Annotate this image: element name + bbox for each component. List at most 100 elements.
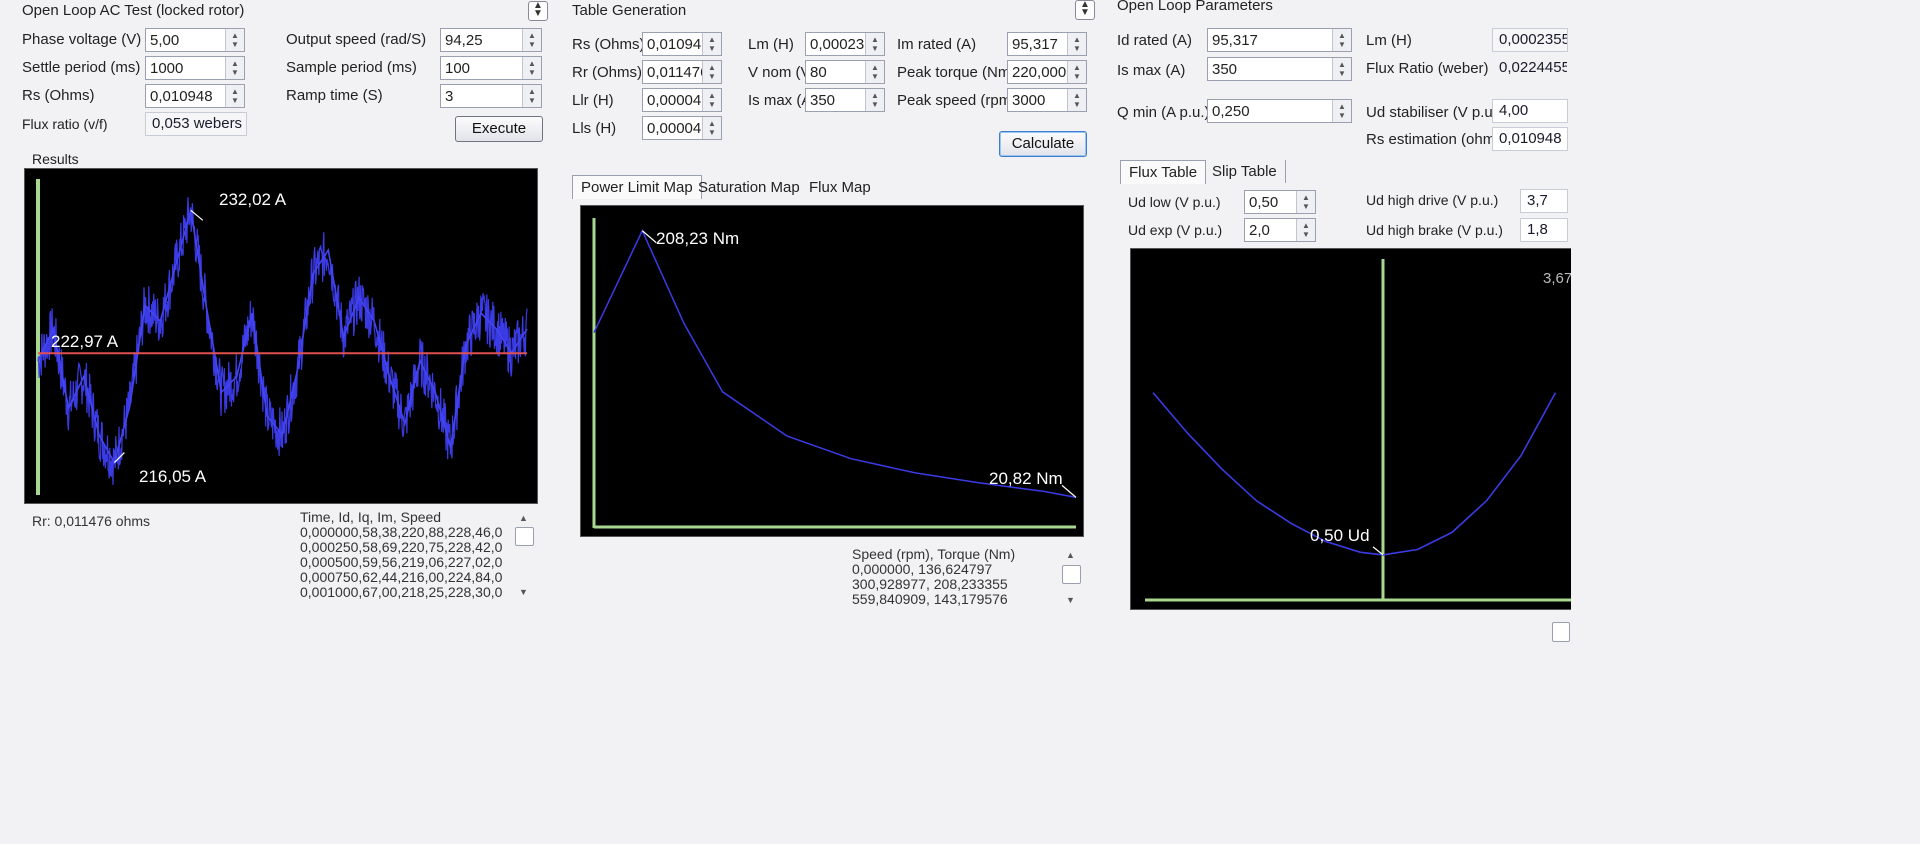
- scroll-up-icon[interactable]: ▲: [1066, 550, 1075, 560]
- spinner-arrows-icon[interactable]: ▲ ▼: [1067, 61, 1086, 83]
- is-max-right-spinner[interactable]: 350 ▲ ▼: [1207, 57, 1352, 81]
- end-torque-plot-label: 20,82 Nm: [989, 469, 1063, 488]
- is-max-spinner[interactable]: 350 ▲ ▼: [805, 88, 885, 112]
- id-rated-label: Id rated (A): [1117, 32, 1193, 49]
- checkbox-icon[interactable]: [1062, 565, 1081, 584]
- rs-estimation-value[interactable]: 0,010948: [1492, 127, 1568, 151]
- peak-torque-plot-label: 208,23 Nm: [656, 229, 739, 248]
- chevron-up-icon: ▲ ▼: [533, 0, 543, 19]
- results-log: Time, Id, Iq, Im, Speed 0,000000,58,38,2…: [300, 509, 503, 600]
- spinner-arrows-icon[interactable]: ▲ ▼: [1296, 191, 1315, 213]
- checkbox-icon[interactable]: [515, 527, 534, 546]
- vnom-spinner[interactable]: 80 ▲ ▼: [805, 60, 885, 84]
- is-max-right-label: Is max (A): [1117, 62, 1186, 79]
- id-rated-spinner[interactable]: 95,317 ▲ ▼: [1207, 28, 1352, 52]
- llr-label: Llr (H): [572, 92, 614, 109]
- q-min-spinner[interactable]: 0,250 ▲ ▼: [1207, 99, 1352, 123]
- power-limit-map-plot: 208,23 Nm 20,82 Nm: [580, 205, 1084, 537]
- ud-low-label: Ud low (V p.u.): [1128, 194, 1221, 210]
- flux-ratio-value: 0,053 webers: [145, 112, 247, 136]
- tab-power-limit-map[interactable]: Power Limit Map: [572, 175, 702, 199]
- results-label: Results: [32, 151, 79, 167]
- execute-button[interactable]: Execute: [455, 116, 543, 142]
- spinner-arrows-icon[interactable]: ▲ ▼: [1067, 33, 1086, 55]
- ud-stabiliser-value[interactable]: 4,00: [1492, 99, 1568, 123]
- spinner-arrows-icon[interactable]: ▲ ▼: [522, 57, 541, 79]
- output-speed-spinner[interactable]: 94,25 ▲ ▼: [440, 28, 542, 52]
- flux-ratio-weber-label: Flux Ratio (weber): [1366, 60, 1489, 77]
- spinner-arrows-icon[interactable]: ▲ ▼: [522, 85, 541, 107]
- phase-voltage-spinner[interactable]: 5,00 ▲ ▼: [145, 28, 245, 52]
- lm-right-value: 0,0002355: [1492, 28, 1568, 52]
- im-rated-spinner[interactable]: 95,317 ▲ ▼: [1007, 32, 1087, 56]
- log-line: Speed (rpm), Torque (Nm): [852, 546, 1016, 562]
- sample-period-label: Sample period (ms): [286, 59, 417, 76]
- spinner-arrows-icon[interactable]: ▲ ▼: [702, 117, 721, 139]
- collapse-left-button[interactable]: ▲ ▼: [528, 1, 548, 21]
- results-current-plot: 232,02 A 222,97 A 216,05 A: [24, 168, 538, 504]
- rs-estimation-label: Rs estimation (ohms): [1366, 131, 1508, 148]
- tab-slip-table[interactable]: Slip Table: [1204, 160, 1286, 183]
- lm-spinner[interactable]: 0,000235▲▼: [805, 32, 885, 56]
- log-line: 0,000000,58,38,220,88,228,46,0: [300, 524, 503, 540]
- ud-high-brake-label: Ud high brake (V p.u.): [1366, 222, 1503, 238]
- ud-high-drive-value[interactable]: 3,7: [1520, 189, 1568, 213]
- max-current-label: 232,02 A: [219, 190, 287, 209]
- spinner-arrows-icon[interactable]: ▲ ▼: [522, 29, 541, 51]
- scroll-down-icon[interactable]: ▼: [1066, 595, 1075, 605]
- spinner-arrows-icon[interactable]: ▲ ▼: [225, 85, 244, 107]
- scroll-down-icon[interactable]: ▼: [519, 587, 528, 597]
- spinner-arrows-icon[interactable]: ▲ ▼: [702, 61, 721, 83]
- checkbox-icon[interactable]: [1552, 622, 1570, 642]
- spinner-arrows-icon[interactable]: ▲ ▼: [865, 33, 884, 55]
- spinner-arrows-icon[interactable]: ▲ ▼: [225, 29, 244, 51]
- log-line: 0,000500,59,56,219,06,227,02,0: [300, 554, 503, 570]
- peak-speed-spinner[interactable]: 3000 ▲ ▼: [1007, 88, 1087, 112]
- torque-log: Speed (rpm), Torque (Nm) 0,000000, 136,6…: [852, 547, 1052, 607]
- sample-period-spinner[interactable]: 100 ▲ ▼: [440, 56, 542, 80]
- chevron-up-icon: ▲ ▼: [1080, 0, 1090, 18]
- settle-period-spinner[interactable]: 1000 ▲ ▼: [145, 56, 245, 80]
- ud-high-brake-value[interactable]: 1,8: [1520, 218, 1568, 242]
- im-rated-label: Im rated (A): [897, 36, 977, 53]
- lls-spinner[interactable]: 0,000041▲▼: [642, 116, 722, 140]
- peak-torque-spinner[interactable]: 220,000 ▲ ▼: [1007, 60, 1087, 84]
- spinner-arrows-icon[interactable]: ▲ ▼: [702, 33, 721, 55]
- tab-saturation-map[interactable]: Saturation Map: [690, 176, 808, 199]
- rs-ohms-spinner[interactable]: 0,010948▲▼: [642, 32, 722, 56]
- open-loop-parameters-title: Open Loop Parameters: [1117, 0, 1273, 14]
- spinner-arrows-icon[interactable]: ▲ ▼: [225, 57, 244, 79]
- spinner-arrows-icon[interactable]: ▲ ▼: [1332, 100, 1351, 122]
- scroll-up-icon[interactable]: ▲: [519, 513, 528, 523]
- lm-right-label: Lm (H): [1366, 32, 1412, 49]
- calculate-button[interactable]: Calculate: [999, 131, 1087, 157]
- rs-label: Rs (Ohms): [22, 87, 95, 104]
- spinner-arrows-icon[interactable]: ▲ ▼: [1332, 58, 1351, 80]
- rs-spinner[interactable]: 0,010948 ▲ ▼: [145, 84, 245, 108]
- rr-ohms-spinner[interactable]: 0,011476▲▼: [642, 60, 722, 84]
- log-line: 559,840909, 143,179576: [852, 591, 1008, 607]
- log-line: 0,000750,62,44,216,00,224,84,0: [300, 569, 503, 585]
- spinner-arrows-icon[interactable]: ▲ ▼: [865, 89, 884, 111]
- spinner-arrows-icon[interactable]: ▲ ▼: [1067, 89, 1086, 111]
- ramp-time-spinner[interactable]: 3 ▲ ▼: [440, 84, 542, 108]
- peak-speed-label: Peak speed (rpm): [897, 92, 1017, 109]
- log-line: Time, Id, Iq, Im, Speed: [300, 509, 442, 525]
- results-plot-svg: 232,02 A 222,97 A 216,05 A: [36, 179, 528, 495]
- tab-flux-map[interactable]: Flux Map: [801, 176, 879, 199]
- tab-flux-table[interactable]: Flux Table: [1120, 160, 1207, 184]
- spinner-arrows-icon[interactable]: ▲ ▼: [1332, 29, 1351, 51]
- log-line: 0,000000, 136,624797: [852, 561, 993, 577]
- spinner-arrows-icon[interactable]: ▲ ▼: [702, 89, 721, 111]
- ud-exp-spinner[interactable]: 2,0 ▲ ▼: [1244, 218, 1316, 242]
- torque-curve: [593, 228, 1077, 499]
- min-current-label: 216,05 A: [139, 467, 207, 486]
- open-loop-ac-test-title: Open Loop AC Test (locked rotor): [22, 2, 245, 19]
- collapse-middle-button[interactable]: ▲ ▼: [1075, 0, 1095, 20]
- spinner-arrows-icon[interactable]: ▲ ▼: [1296, 219, 1315, 241]
- llr-spinner[interactable]: 0,000041▲▼: [642, 88, 722, 112]
- ud-low-spinner[interactable]: 0,50 ▲ ▼: [1244, 190, 1316, 214]
- ud-stabiliser-label: Ud stabiliser (V p.u.): [1366, 104, 1502, 121]
- spinner-arrows-icon[interactable]: ▲ ▼: [865, 61, 884, 83]
- ramp-time-label: Ramp time (S): [286, 87, 383, 104]
